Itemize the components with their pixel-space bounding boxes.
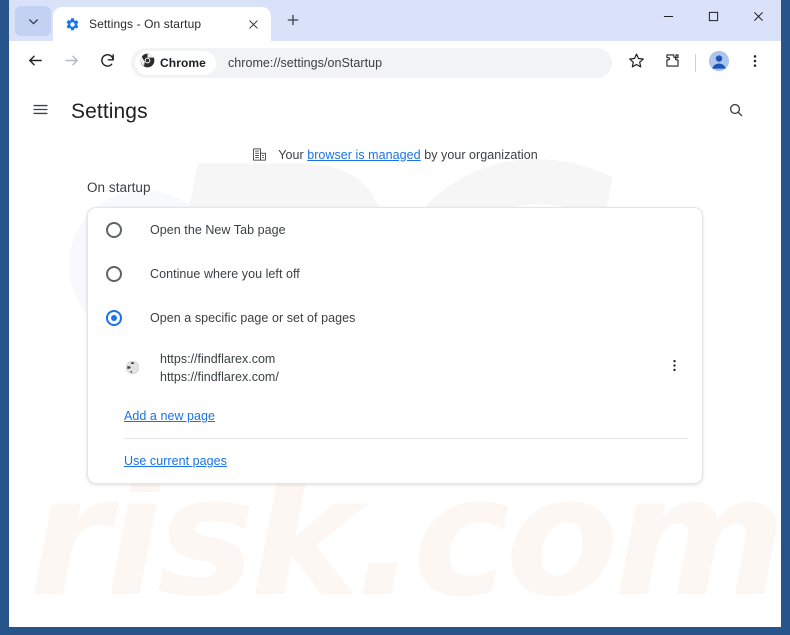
startup-page-row[interactable]: https://findflarex.com https://findflare… [88,340,702,394]
bookmark-button[interactable] [621,48,651,78]
three-dot-menu-icon [747,53,763,74]
chevron-down-icon [27,15,40,28]
minimize-button[interactable] [646,0,691,36]
chrome-origin-chip[interactable]: Chrome [135,51,216,75]
forward-arrow-icon [63,52,80,74]
address-bar[interactable]: Chrome chrome://settings/onStartup [131,48,612,78]
tab-strip: Settings - On startup [9,0,781,41]
three-dot-menu-icon [667,358,682,378]
section-title: On startup [87,180,151,195]
managed-browser-link[interactable]: browser is managed [307,148,420,162]
close-icon [753,9,764,27]
puzzle-piece-icon [664,52,681,74]
radio-option-continue-where-left-off[interactable]: Continue where you left off [88,252,702,296]
managed-banner-prefix: Your [278,147,308,162]
radio-button[interactable] [106,310,122,326]
enterprise-building-icon [252,147,267,162]
radio-button[interactable] [106,266,122,282]
startup-page-texts: https://findflarex.com https://findflare… [160,350,660,386]
plus-icon [286,13,300,32]
tab-title: Settings - On startup [89,17,202,31]
startup-page-more-button[interactable] [660,354,688,382]
browser-menu-button[interactable] [740,48,770,78]
chrome-logo-icon [140,53,155,73]
add-new-page-row[interactable]: Add a new page [88,394,702,438]
tab-search-button[interactable] [15,6,51,36]
toolbar-divider [695,54,696,72]
settings-header: Settings [9,85,781,139]
chrome-chip-label: Chrome [160,56,206,70]
radio-option-specific-pages[interactable]: Open a specific page or set of pages [88,296,702,340]
radio-button[interactable] [106,222,122,238]
managed-browser-banner: Your browser is managed by your organiza… [9,147,781,162]
address-bar-url[interactable]: chrome://settings/onStartup [228,56,382,70]
radio-option-new-tab-page[interactable]: Open the New Tab page [88,208,702,252]
window-controls [646,0,781,36]
star-icon [628,52,645,74]
forward-button[interactable] [56,48,86,78]
search-icon [728,102,744,123]
back-button[interactable] [20,48,50,78]
settings-page: PC risk.com Settings [9,85,781,627]
use-current-pages-row[interactable]: Use current pages [88,439,702,483]
hamburger-menu-icon [32,101,49,123]
reload-button[interactable] [92,48,122,78]
startup-page-title: https://findflarex.com [160,351,276,366]
new-tab-button[interactable] [279,8,307,36]
profile-button[interactable] [704,48,734,78]
tab-settings[interactable]: Settings - On startup [53,7,271,41]
settings-search-button[interactable] [719,95,753,129]
extensions-button[interactable] [657,48,687,78]
hamburger-menu-button[interactable] [23,95,57,129]
use-current-pages-link[interactable]: Use current pages [124,454,227,468]
on-startup-card: Open the New Tab page Continue where you… [87,207,703,484]
radio-label: Open the New Tab page [150,223,286,237]
page-title: Settings [71,100,148,123]
close-window-button[interactable] [736,0,781,36]
globe-icon [124,360,140,376]
close-icon[interactable] [243,14,263,34]
browser-window: Settings - On startup Chrome chrome://se… [0,0,790,635]
settings-gear-icon [64,16,80,32]
browser-toolbar: Chrome chrome://settings/onStartup [9,41,781,85]
profile-avatar-icon [708,50,730,77]
managed-banner-suffix: by your organization [420,147,538,162]
startup-page-url: https://findflarex.com/ [160,369,279,384]
back-arrow-icon [27,52,44,74]
add-new-page-link[interactable]: Add a new page [124,409,215,423]
maximize-icon [708,9,719,27]
maximize-button[interactable] [691,0,736,36]
reload-icon [99,52,116,74]
minimize-icon [663,9,674,27]
radio-label: Continue where you left off [150,267,300,281]
managed-banner-text: Your browser is managed by your organiza… [278,148,538,162]
radio-label: Open a specific page or set of pages [150,311,356,325]
